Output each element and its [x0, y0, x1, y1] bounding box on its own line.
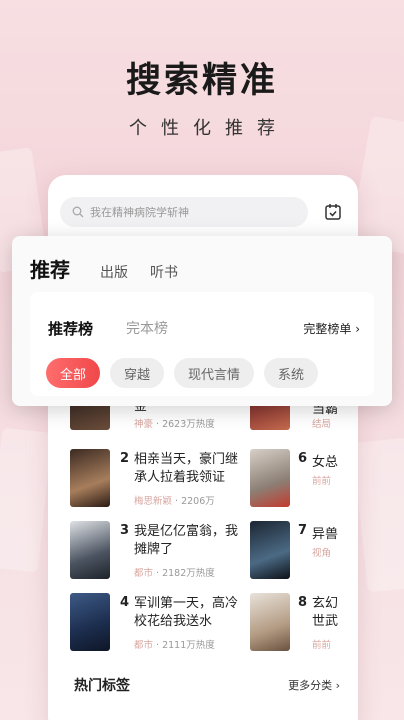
book-rank: 8 [298, 595, 308, 610]
hero-subtitle: 个性化推荐 [129, 118, 289, 139]
chip-all[interactable]: 全部 [46, 358, 101, 388]
book-meta: 梅思新颖 · 2206万 [134, 496, 215, 507]
calendar-check-icon[interactable] [324, 203, 342, 221]
hero-title: 搜索精准 [125, 60, 278, 101]
tab-bar: 推荐 出版 听书 [30, 254, 200, 283]
book-rank: 4 [120, 595, 130, 610]
tab-recommend[interactable]: 推荐 [30, 254, 70, 283]
book-meta: 前前 [312, 640, 332, 651]
book-meta: 都市 · 2111万热度 [134, 640, 215, 651]
book-meta: 结局 [312, 419, 332, 430]
book-cover [70, 593, 110, 651]
tab-audiobook[interactable]: 听书 [150, 262, 178, 282]
book-row[interactable]: 3 我是亿亿富翁，我摊牌了 都市 · 2182万热度 7 异兽 视角 [70, 521, 358, 583]
book-meta: 神豪 · 2623万热度 [134, 419, 215, 430]
book-title: 军训第一天，高冷校花给我送水 [134, 596, 239, 629]
background-tile [352, 437, 404, 593]
book-rank: 2 [120, 451, 130, 466]
search-icon [72, 206, 84, 218]
book-title: 女总 [312, 455, 339, 470]
ranking-panel: 推荐榜 完本榜 完整榜单 › 全部 穿越 现代言情 系统 [30, 292, 374, 396]
book-cover [250, 593, 290, 651]
book-rank: 3 [120, 523, 130, 538]
genre-chips: 全部 穿越 现代言情 系统 [46, 358, 328, 388]
book-title: 我是亿亿富翁，我摊牌了 [134, 524, 239, 557]
book-rank: 6 [298, 451, 308, 466]
ranking-tab-recommend[interactable]: 推荐榜 [48, 318, 93, 339]
chip-modern-romance[interactable]: 现代言情 [174, 358, 255, 388]
search-input[interactable]: 我在精神病院学斩神 [60, 197, 308, 227]
background-tile [0, 427, 53, 573]
book-title: 相亲当天，豪门继承人拉着我领证 [134, 452, 239, 485]
book-meta: 前前 [312, 476, 332, 487]
book-meta: 都市 · 2182万热度 [134, 568, 215, 579]
hot-tags-heading: 热门标签 [74, 678, 130, 694]
book-row[interactable]: 4 军训第一天，高冷校花给我送水 都市 · 2111万热度 8 玄幻 世武 前前 [70, 593, 358, 655]
book-cover [70, 521, 110, 579]
tab-publish[interactable]: 出版 [100, 262, 128, 282]
search-placeholder: 我在精神病院学斩神 [90, 206, 189, 219]
more-categories-link[interactable]: 更多分类 › [288, 677, 340, 693]
book-cover [70, 449, 110, 507]
book-title: 异兽 [312, 527, 339, 542]
full-ranking-link[interactable]: 完整榜单 › [303, 320, 360, 337]
book-title: 玄幻 世武 [312, 596, 339, 629]
category-popup: 推荐 出版 听书 推荐榜 完本榜 完整榜单 › 全部 穿越 现代言情 系统 [12, 236, 392, 406]
book-row[interactable]: 2 相亲当天，豪门继承人拉着我领证 梅思新颖 · 2206万 6 女总 前前 [70, 449, 358, 511]
book-rank: 7 [298, 523, 308, 538]
chip-time-travel[interactable]: 穿越 [110, 358, 165, 388]
book-meta: 视角 [312, 548, 332, 559]
ranking-tab-completed[interactable]: 完本榜 [126, 318, 168, 338]
book-cover [250, 521, 290, 579]
chip-system[interactable]: 系统 [264, 358, 319, 388]
book-cover [250, 449, 290, 507]
